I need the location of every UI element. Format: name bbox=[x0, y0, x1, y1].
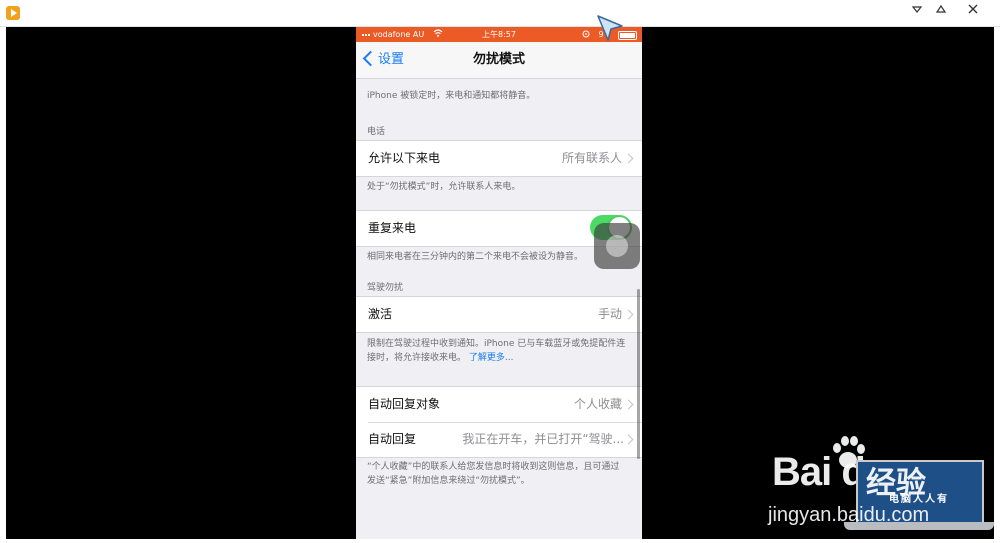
auto-reply-value: 我正在开车，并已打开“驾驶... bbox=[462, 432, 624, 446]
close-icon bbox=[968, 4, 978, 14]
auto-reply-row[interactable]: 自动回复 我正在开车，并已打开“驾驶... bbox=[356, 422, 642, 457]
phone-group: 允许以下来电 所有联系人 bbox=[356, 140, 642, 177]
signal-icon bbox=[362, 29, 370, 36]
restore-icon bbox=[935, 4, 947, 13]
scroll-indicator bbox=[637, 289, 640, 459]
driving-group: 激活 手动 bbox=[356, 296, 642, 333]
watermark-url: jingyan.baidu.com bbox=[768, 504, 930, 526]
phone-footer: 处于“勿扰模式”时，允许联系人来电。 bbox=[367, 182, 521, 192]
minimize-button[interactable] bbox=[906, 1, 928, 21]
driving-footer: 限制在驾驶过程中收到通知。iPhone 已与车载蓝牙或免提配件连接时，将允许接收… bbox=[367, 337, 628, 365]
carrier-label: vodafone AU bbox=[373, 30, 425, 39]
activate-row[interactable]: 激活 手动 bbox=[356, 297, 642, 332]
phone-screen: vodafone AU 上午8:57 9 设置 勿扰模式 iPhone 被锁定时… bbox=[356, 27, 642, 539]
wifi-icon bbox=[433, 29, 443, 37]
auto-reply-footer: “个人收藏”中的联系人给您发信息时将收到这则信息，且可通过发送“紧急”附加信息来… bbox=[367, 462, 620, 486]
minimize-icon bbox=[911, 6, 923, 13]
close-button[interactable] bbox=[962, 1, 984, 21]
auto-reply-to-row[interactable]: 自动回复对象 个人收藏 bbox=[356, 387, 642, 422]
chevron-right-icon bbox=[623, 153, 634, 164]
allow-calls-label: 允许以下来电 bbox=[368, 151, 441, 165]
allow-calls-row[interactable]: 允许以下来电 所有联系人 bbox=[356, 141, 642, 176]
phone-section-header: 电话 bbox=[367, 127, 386, 137]
alarm-icon bbox=[582, 30, 590, 38]
app-icon[interactable] bbox=[6, 6, 20, 20]
chevron-right-icon bbox=[623, 434, 634, 445]
auto-reply-to-label: 自动回复对象 bbox=[368, 397, 441, 411]
auto-reply-group: 自动回复对象 个人收藏 自动回复 我正在开车，并已打开“驾驶... bbox=[356, 386, 642, 458]
lock-footer: iPhone 被锁定时，来电和通知都将静音。 bbox=[367, 91, 536, 101]
activate-label: 激活 bbox=[368, 307, 393, 321]
navigation-bar: 设置 勿扰模式 bbox=[356, 42, 642, 79]
driving-section-header: 驾驶勿扰 bbox=[367, 283, 404, 293]
auto-reply-label: 自动回复 bbox=[368, 432, 417, 446]
assistive-touch-button[interactable] bbox=[594, 223, 640, 269]
learn-more-link[interactable]: 了解更多... bbox=[469, 353, 514, 363]
auto-reply-to-value: 个人收藏 bbox=[573, 397, 622, 411]
chevron-right-icon bbox=[623, 309, 634, 320]
repeated-calls-label: 重复来电 bbox=[368, 221, 417, 235]
cursor-icon bbox=[597, 15, 623, 41]
activate-value: 手动 bbox=[597, 307, 622, 321]
back-button[interactable]: 设置 bbox=[362, 42, 404, 78]
carrier: vodafone AU bbox=[362, 27, 443, 42]
back-label: 设置 bbox=[378, 52, 405, 67]
restore-button[interactable] bbox=[930, 1, 952, 21]
baidu-watermark: Bai du 电脑人人有 经验 jingyan.baidu.com bbox=[762, 430, 1000, 543]
window-titlebar bbox=[0, 0, 1000, 27]
status-time: 上午8:57 bbox=[482, 30, 516, 39]
allow-calls-value: 所有联系人 bbox=[561, 151, 622, 165]
watermark-product: 经验 bbox=[866, 466, 926, 501]
repeated-calls-footer: 相同来电者在三分钟内的第二个来电不会被设为静音。 bbox=[367, 252, 584, 262]
chevron-left-icon bbox=[362, 50, 379, 67]
chevron-right-icon bbox=[623, 399, 634, 410]
